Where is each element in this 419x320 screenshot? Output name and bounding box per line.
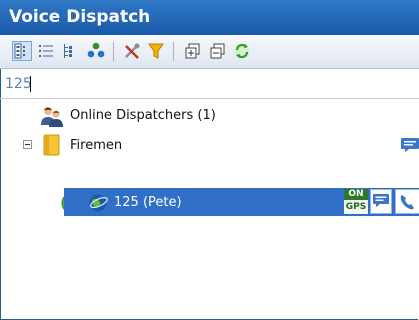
phone-icon — [400, 195, 414, 210]
collapse-all-icon[interactable] — [208, 41, 228, 61]
call-button[interactable] — [395, 189, 419, 214]
dispatchers-icon — [41, 107, 63, 127]
grid-view-icon[interactable] — [12, 41, 32, 61]
users-group-icon[interactable] — [86, 41, 106, 61]
gps-on-badge: ON GPS — [344, 189, 368, 214]
expand-all-icon[interactable] — [183, 41, 203, 61]
group-message-icon[interactable] — [400, 137, 419, 153]
tools-icon[interactable] — [122, 41, 142, 61]
tree-view-icon[interactable] — [60, 41, 80, 61]
globe-icon — [89, 194, 108, 212]
search-input[interactable] — [5, 74, 405, 94]
online-dispatchers-label[interactable]: Online Dispatchers (1) — [70, 108, 216, 123]
group-firemen[interactable]: Firemen — [70, 138, 122, 153]
toolbar — [0, 35, 419, 69]
list-view-icon[interactable] — [36, 41, 56, 61]
refresh-icon[interactable] — [232, 41, 252, 61]
message-icon — [373, 194, 389, 207]
toolbar-separator — [173, 42, 174, 61]
text-caret — [30, 76, 31, 92]
search-bar — [0, 69, 419, 99]
filter-icon[interactable] — [146, 41, 166, 61]
gps-status-label: ON — [344, 189, 368, 200]
message-button[interactable] — [370, 189, 392, 214]
collapse-toggle[interactable] — [23, 140, 32, 149]
window-title: Voice Dispatch — [0, 0, 419, 35]
gps-label: GPS — [344, 200, 368, 214]
user-name-label[interactable]: 125 (Pete) — [114, 195, 182, 210]
toolbar-separator — [113, 42, 114, 61]
folder-icon — [43, 134, 60, 156]
